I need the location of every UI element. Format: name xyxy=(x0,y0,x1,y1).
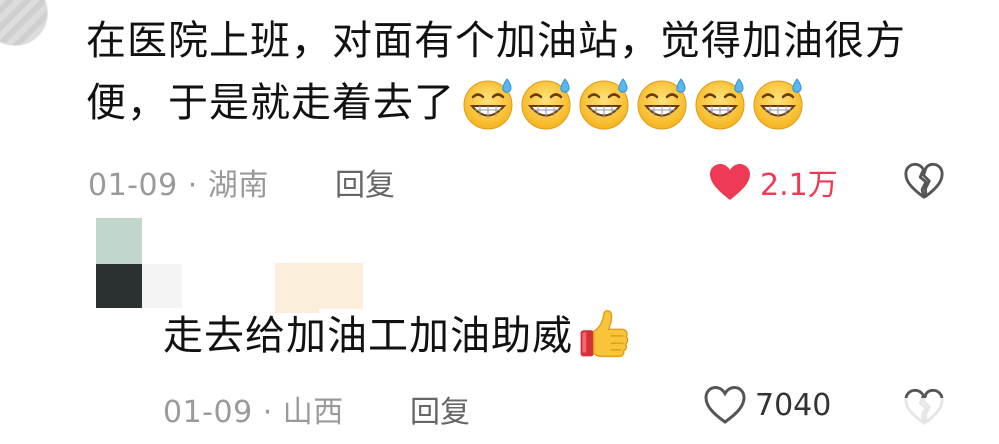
like-button[interactable]: 2.1万 xyxy=(708,160,838,204)
comment-line-2: 便，于是就走着去了 xyxy=(86,80,455,126)
reply-text-row: 走去给加油工加油助威 xyxy=(163,305,635,367)
sweat-grin-icon xyxy=(519,75,575,131)
avatar-block xyxy=(142,264,182,308)
sweat-grin-icon xyxy=(461,75,517,131)
comment-meta: 01-09 · 湖南 xyxy=(88,160,269,204)
avatar-block xyxy=(96,218,142,264)
comment-location: 山西 xyxy=(282,395,344,430)
sweat-grin-icon xyxy=(577,75,633,131)
heart-outline-icon xyxy=(703,385,747,425)
watermark-overlay xyxy=(830,398,990,428)
dislike-button[interactable] xyxy=(903,161,945,205)
like-button[interactable]: 7040 xyxy=(703,385,831,425)
like-count: 7040 xyxy=(755,387,832,423)
comment-location: 湖南 xyxy=(207,168,269,203)
like-count: 2.1万 xyxy=(760,168,838,203)
emoji-row xyxy=(459,75,807,131)
sweat-grin-icon xyxy=(751,75,807,131)
comment-meta: 01-09 · 山西 xyxy=(163,387,344,431)
broken-heart-icon xyxy=(903,161,945,201)
username-badge[interactable] xyxy=(275,263,363,309)
comment-date: 01-09 xyxy=(163,395,253,430)
reply-button[interactable]: 回复 xyxy=(335,160,395,204)
comment-date: 01-09 xyxy=(88,168,178,203)
meta-separator: · xyxy=(262,395,273,430)
meta-separator: · xyxy=(187,168,198,203)
heart-filled-icon xyxy=(708,162,752,202)
sweat-grin-icon xyxy=(635,75,691,131)
sweat-grin-icon xyxy=(693,75,749,131)
comment-text: 在医院上班，对面有个加油站，觉得加油很方 便，于是就走着去了 xyxy=(86,10,986,134)
comment-line-1: 在医院上班，对面有个加油站，觉得加油很方 xyxy=(86,18,906,64)
thumbs-up-icon xyxy=(575,306,635,366)
avatar[interactable] xyxy=(0,0,48,46)
avatar-block xyxy=(96,264,142,308)
comment-line-2-row: 便，于是就走着去了 xyxy=(86,72,986,134)
reply-text: 走去给加油工加油助威 xyxy=(163,313,573,359)
reply-button[interactable]: 回复 xyxy=(410,387,470,431)
